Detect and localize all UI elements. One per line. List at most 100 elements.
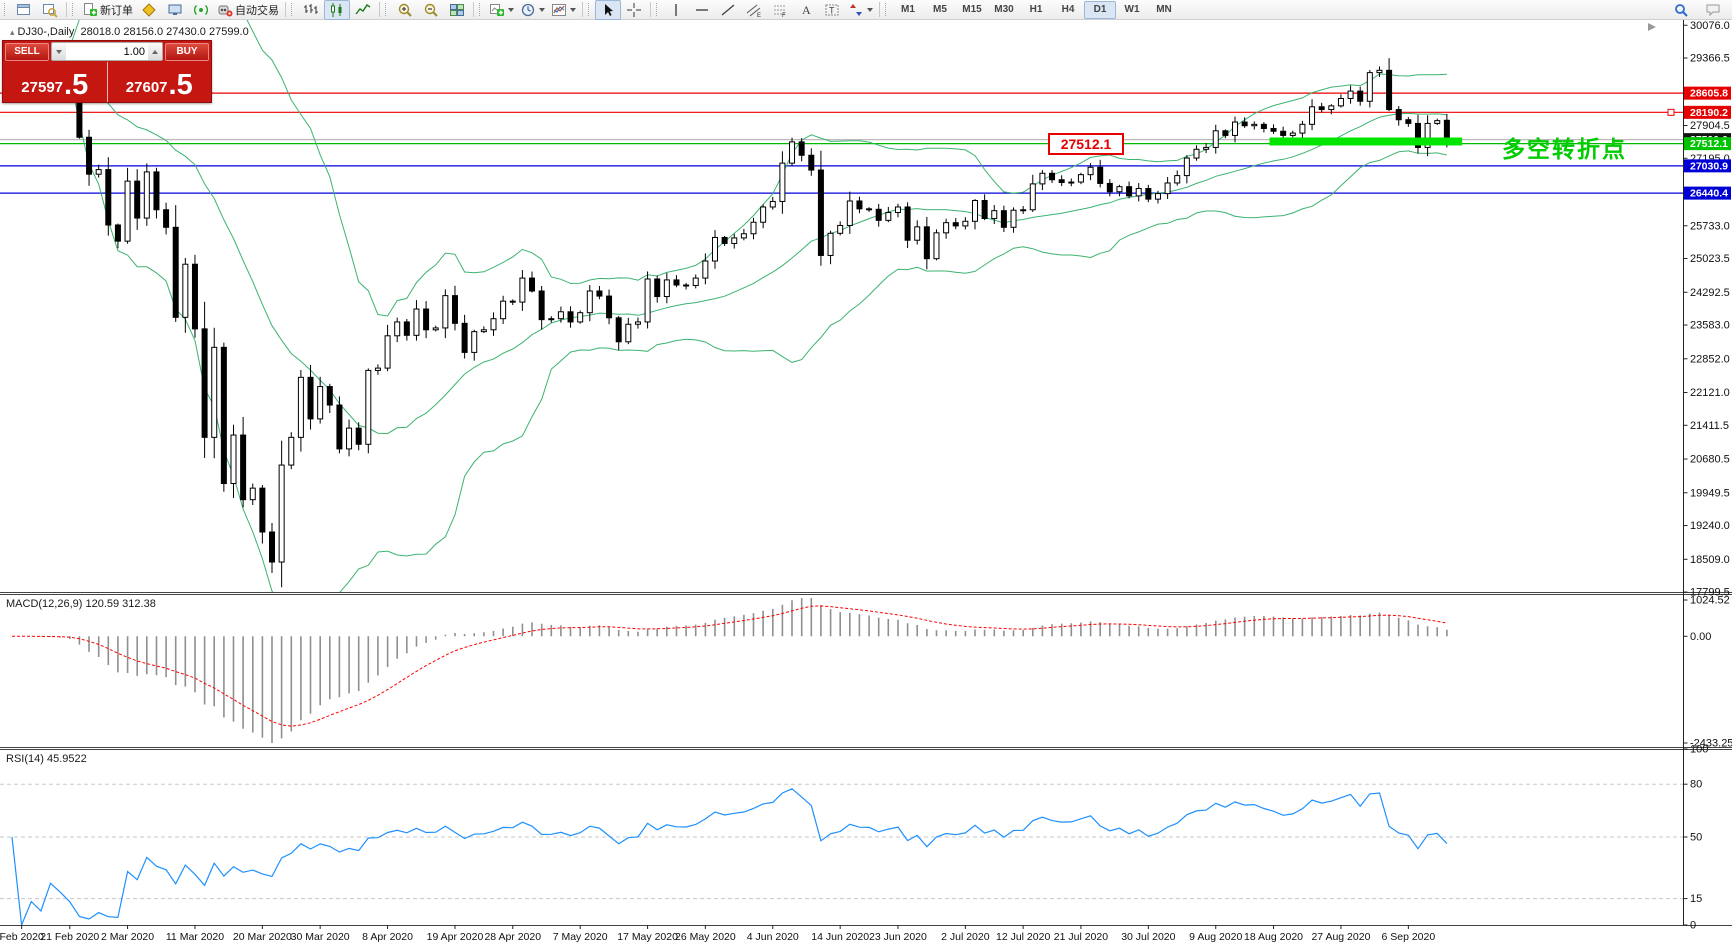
svg-text:15: 15 [1690, 893, 1702, 905]
gold-icon [141, 2, 157, 18]
svg-text:21411.5: 21411.5 [1690, 420, 1729, 432]
timeframe-h4-button[interactable]: H4 [1052, 1, 1084, 19]
svg-text:24292.5: 24292.5 [1690, 287, 1730, 299]
svg-text:100: 100 [1690, 744, 1708, 756]
svg-text:0: 0 [1690, 920, 1696, 932]
text-label-icon: T [824, 2, 840, 18]
triangle-up-icon [152, 50, 158, 54]
chart-title: ▴DJ30-,Daily 28018.0 28156.0 27430.0 275… [10, 26, 249, 38]
chat-button[interactable] [1700, 0, 1726, 20]
svg-text:27904.5: 27904.5 [1690, 120, 1730, 132]
toolbar-grip [385, 3, 389, 16]
svg-text:30 Mar 2020: 30 Mar 2020 [291, 931, 350, 943]
window-list-button[interactable] [11, 0, 37, 20]
timeframe-m1-button[interactable]: M1 [892, 1, 924, 19]
zoom-in-button[interactable] [392, 0, 418, 20]
trend-line-button[interactable] [715, 0, 741, 20]
svg-text:4 Jun 2020: 4 Jun 2020 [747, 931, 799, 943]
svg-text:20680.5: 20680.5 [1690, 454, 1730, 466]
tile-windows-button[interactable] [444, 0, 470, 20]
crosshair-button[interactable] [621, 0, 647, 20]
svg-text:26 May 2020: 26 May 2020 [675, 931, 736, 943]
toolbar-grip [4, 3, 8, 16]
zoom-out-button[interactable] [418, 0, 444, 20]
svg-text:11 Mar 2020: 11 Mar 2020 [166, 931, 224, 943]
support-price-label-object[interactable]: 27512.1 [1048, 133, 1124, 155]
svg-text:20 Mar 2020: 20 Mar 2020 [233, 931, 292, 943]
support-zone-bar-object[interactable] [1270, 137, 1463, 145]
search-icon [1673, 2, 1689, 18]
svg-text:30076.0: 30076.0 [1690, 20, 1730, 32]
timeframe-m5-button[interactable]: M5 [924, 1, 956, 19]
toolbar-separator [582, 2, 583, 17]
auto-trading-icon [217, 2, 233, 18]
horizontal-line-button[interactable] [689, 0, 715, 20]
chart-canvas[interactable]: 30076.029366.527904.527195.025733.025023… [0, 20, 1732, 947]
svg-text:18509.0: 18509.0 [1690, 554, 1730, 566]
arrows-button[interactable] [845, 0, 876, 20]
volume-decrease-button[interactable] [52, 43, 66, 60]
sell-button[interactable]: SELL [5, 43, 49, 61]
svg-text:T: T [829, 5, 835, 15]
line-handle[interactable] [1668, 109, 1674, 115]
fibonacci-button[interactable]: F [767, 0, 793, 20]
dropdown-caret-icon [539, 8, 545, 12]
new-order-button[interactable]: 新订单 [79, 0, 136, 20]
one-click-trading-panel: SELL BUY 27597.5 27607.5 [2, 40, 212, 103]
svg-text:29366.5: 29366.5 [1690, 53, 1730, 65]
timeframe-m15-button[interactable]: M15 [956, 1, 988, 19]
timeframe-m30-button[interactable]: M30 [988, 1, 1020, 19]
sell-price-button[interactable]: 27597.5 [3, 62, 108, 102]
auto-trading-button[interactable]: 自动交易 [214, 0, 282, 20]
toolbar-separator [285, 2, 286, 17]
search-button[interactable] [1668, 0, 1694, 20]
text-button[interactable]: A [793, 0, 819, 20]
terminal-button[interactable] [162, 0, 188, 20]
toolbar-separator [379, 2, 380, 17]
volume-input[interactable] [66, 43, 148, 60]
toolbar-grip [656, 3, 660, 16]
equidistant-channel-icon: E [746, 2, 762, 18]
volume-increase-button[interactable] [148, 43, 162, 60]
timeframe-mn-button[interactable]: MN [1148, 1, 1180, 19]
text-label-button[interactable]: T [819, 0, 845, 20]
new-order-icon [82, 2, 98, 18]
svg-text:28605.8: 28605.8 [1690, 88, 1728, 100]
periods-icon [520, 2, 536, 18]
candle-chart-button[interactable] [324, 0, 350, 20]
equidistant-channel-button[interactable]: E [741, 0, 767, 20]
text-icon: A [798, 2, 814, 18]
timeframe-h1-button[interactable]: H1 [1020, 1, 1052, 19]
market-watch-icon [42, 2, 58, 18]
svg-text:Feb 2020: Feb 2020 [0, 931, 44, 943]
turning-point-text-object[interactable]: 多空转折点 [1502, 130, 1627, 164]
signals-button[interactable] [188, 0, 214, 20]
templates-button[interactable] [548, 0, 579, 20]
timeframe-w1-button[interactable]: W1 [1116, 1, 1148, 19]
gold-button[interactable] [136, 0, 162, 20]
macd-indicator-label: MACD(12,26,9) 120.59 312.38 [6, 598, 156, 610]
bar-chart-button[interactable] [298, 0, 324, 20]
timeframe-d1-button[interactable]: D1 [1084, 1, 1116, 19]
cursor-button[interactable] [595, 0, 621, 20]
buy-button[interactable]: BUY [165, 43, 209, 61]
svg-text:27 Aug 2020: 27 Aug 2020 [1311, 931, 1370, 943]
svg-text:26440.4: 26440.4 [1690, 188, 1728, 200]
vertical-line-button[interactable] [663, 0, 689, 20]
svg-text:27030.9: 27030.9 [1690, 160, 1728, 172]
trend-line-icon [720, 2, 736, 18]
indicators-button[interactable] [486, 0, 517, 20]
templates-icon [551, 2, 567, 18]
svg-text:23583.0: 23583.0 [1690, 320, 1730, 332]
market-watch-button[interactable] [37, 0, 63, 20]
periods-button[interactable] [517, 0, 548, 20]
buy-price-button[interactable]: 27607.5 [108, 62, 212, 102]
vertical-line-icon [668, 2, 684, 18]
line-chart-button[interactable] [350, 0, 376, 20]
svg-text:F: F [782, 13, 786, 18]
svg-text:17 May 2020: 17 May 2020 [617, 931, 678, 943]
svg-text:25733.0: 25733.0 [1690, 220, 1730, 232]
svg-text:9 Aug 2020: 9 Aug 2020 [1189, 931, 1242, 943]
svg-text:19949.5: 19949.5 [1690, 487, 1730, 499]
svg-text:1024.52: 1024.52 [1690, 595, 1730, 607]
